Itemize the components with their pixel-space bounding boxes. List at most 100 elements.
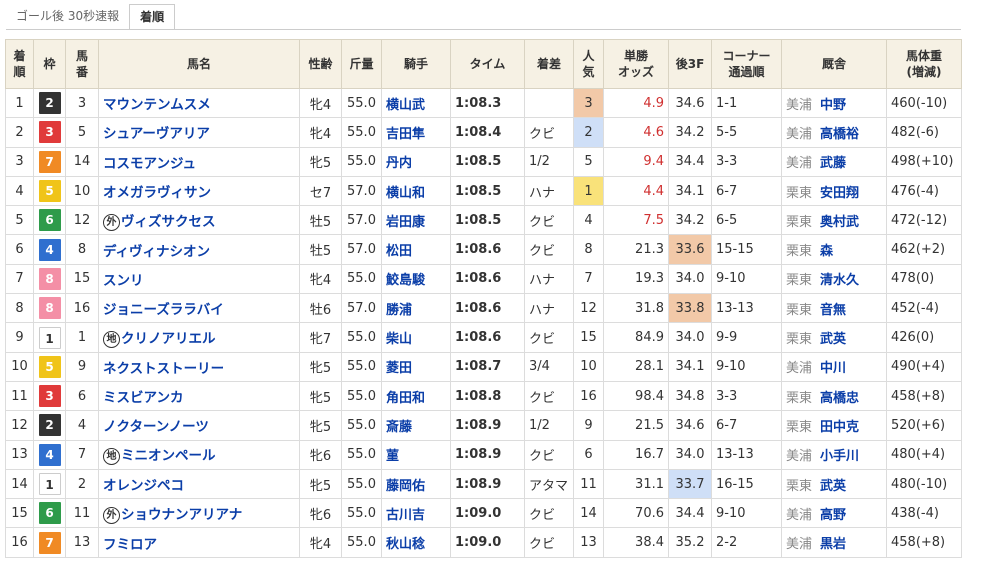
cell-trainer[interactable]: 栗東 武英 [781, 322, 887, 353]
horse-name-link[interactable]: ノクターンノーツ [103, 419, 209, 435]
cell-jockey[interactable]: 横山武 [381, 87, 451, 119]
cell-trainer[interactable]: 美浦 中野 [781, 87, 887, 119]
cell-horse-name[interactable]: オレンジペコ [98, 468, 300, 500]
trainer-link[interactable]: 高野 [820, 508, 846, 523]
cell-jockey[interactable]: 松田 [381, 234, 451, 265]
jockey-link[interactable]: 菱田 [386, 361, 412, 376]
header-odds[interactable]: 単勝 オッズ [603, 39, 669, 89]
cell-trainer[interactable]: 美浦 小手川 [781, 439, 887, 470]
horse-name-link[interactable]: ネクストストーリー [103, 361, 224, 377]
horse-name-link[interactable]: オレンジペコ [103, 478, 184, 494]
cell-jockey[interactable]: 柴山 [381, 322, 451, 353]
trainer-link[interactable]: 清水久 [820, 273, 859, 288]
horse-name-link[interactable]: ジョニーズララバイ [103, 302, 224, 318]
cell-horse-name[interactable]: シュアーヴアリア [98, 117, 300, 148]
cell-jockey[interactable]: 菫 [381, 439, 451, 470]
trainer-link[interactable]: 武英 [820, 479, 846, 494]
cell-trainer[interactable]: 栗東 武英 [781, 468, 887, 500]
trainer-link[interactable]: 武藤 [820, 156, 846, 171]
horse-name-link[interactable]: コスモアンジュ [103, 156, 196, 172]
trainer-link[interactable]: 田中克 [820, 420, 859, 435]
cell-jockey[interactable]: 古川吉 [381, 498, 451, 529]
header-umaban[interactable]: 馬 番 [65, 39, 99, 89]
header-jockey[interactable]: 騎手 [381, 39, 451, 89]
header-time[interactable]: タイム [450, 39, 525, 89]
cell-jockey[interactable]: 勝浦 [381, 293, 451, 324]
jockey-link[interactable]: 松田 [386, 244, 412, 259]
cell-trainer[interactable]: 栗東 奥村武 [781, 205, 887, 236]
header-last3f[interactable]: 後3F [668, 39, 712, 89]
trainer-link[interactable]: 武英 [820, 332, 846, 347]
trainer-link[interactable]: 中野 [820, 98, 846, 113]
cell-horse-name[interactable]: 地クリノアリエル [98, 322, 300, 353]
horse-name-link[interactable]: クリノアリエル [121, 331, 216, 347]
cell-trainer[interactable]: 栗東 音無 [781, 293, 887, 324]
horse-name-link[interactable]: ミニオンペール [121, 448, 216, 464]
tab-finish-order[interactable]: 着順 [129, 4, 176, 30]
jockey-link[interactable]: 横山武 [386, 98, 425, 113]
cell-jockey[interactable]: 横山和 [381, 175, 451, 207]
horse-name-link[interactable]: フミロア [103, 537, 157, 553]
cell-horse-name[interactable]: ジョニーズララバイ [98, 293, 300, 324]
jockey-link[interactable]: 角田和 [386, 391, 425, 406]
trainer-link[interactable]: 中川 [820, 361, 846, 376]
trainer-link[interactable]: 音無 [820, 303, 846, 318]
cell-trainer[interactable]: 美浦 武藤 [781, 146, 887, 177]
cell-horse-name[interactable]: マウンテンムスメ [98, 87, 300, 119]
cell-horse-name[interactable]: ミスビアンカ [98, 380, 300, 412]
cell-jockey[interactable]: 藤岡佑 [381, 468, 451, 500]
cell-jockey[interactable]: 岩田康 [381, 205, 451, 236]
cell-horse-name[interactable]: 外ショウナンアリアナ [98, 498, 300, 529]
cell-horse-name[interactable]: ディヴィナシオン [98, 234, 300, 265]
header-popularity[interactable]: 人 気 [573, 39, 604, 89]
header-corner[interactable]: コーナー 通過順 [711, 39, 782, 89]
cell-horse-name[interactable]: オメガラヴィサン [98, 175, 300, 207]
horse-name-link[interactable]: ミスビアンカ [103, 390, 183, 406]
horse-name-link[interactable]: シュアーヴアリア [103, 126, 210, 142]
cell-trainer[interactable]: 栗東 田中克 [781, 410, 887, 441]
cell-horse-name[interactable]: スンリ [98, 263, 300, 295]
horse-name-link[interactable]: ヴィズサクセス [121, 214, 216, 230]
cell-horse-name[interactable]: コスモアンジュ [98, 146, 300, 177]
cell-jockey[interactable]: 角田和 [381, 380, 451, 412]
cell-horse-name[interactable]: ノクターンノーツ [98, 410, 300, 441]
jockey-link[interactable]: 古川吉 [386, 508, 425, 523]
trainer-link[interactable]: 黒岩 [820, 537, 846, 552]
cell-trainer[interactable]: 美浦 中川 [781, 351, 887, 382]
trainer-link[interactable]: 小手川 [820, 449, 859, 464]
cell-jockey[interactable]: 吉田隼 [381, 117, 451, 148]
header-body-weight[interactable]: 馬体重 (増減) [886, 39, 962, 89]
cell-trainer[interactable]: 栗東 高橋忠 [781, 380, 887, 412]
trainer-link[interactable]: 安田翔 [820, 186, 859, 201]
header-waku[interactable]: 枠 [33, 39, 66, 89]
jockey-link[interactable]: 藤岡佑 [386, 479, 425, 494]
cell-jockey[interactable]: 斎藤 [381, 410, 451, 441]
trainer-link[interactable]: 高橋忠 [820, 391, 859, 406]
horse-name-link[interactable]: マウンテンムスメ [103, 97, 211, 113]
trainer-link[interactable]: 森 [820, 244, 833, 259]
cell-trainer[interactable]: 美浦 高野 [781, 498, 887, 529]
cell-jockey[interactable]: 鮫島駿 [381, 263, 451, 295]
header-sex-age[interactable]: 性齢 [299, 39, 342, 89]
cell-trainer[interactable]: 栗東 清水久 [781, 263, 887, 295]
jockey-link[interactable]: 丹内 [386, 156, 412, 171]
horse-name-link[interactable]: ディヴィナシオン [103, 244, 210, 260]
horse-name-link[interactable]: スンリ [103, 273, 144, 289]
header-trainer[interactable]: 厩舎 [781, 39, 887, 89]
cell-jockey[interactable]: 秋山稔 [381, 527, 451, 558]
cell-trainer[interactable]: 美浦 高橋裕 [781, 117, 887, 148]
header-horse-name[interactable]: 馬名 [98, 39, 300, 89]
cell-trainer[interactable]: 栗東森 [781, 234, 887, 265]
header-weight[interactable]: 斤量 [341, 39, 382, 89]
jockey-link[interactable]: 岩田康 [386, 215, 425, 230]
cell-trainer[interactable]: 美浦 黒岩 [781, 527, 887, 558]
horse-name-link[interactable]: ショウナンアリアナ [121, 507, 242, 523]
cell-horse-name[interactable]: フミロア [98, 527, 300, 558]
trainer-link[interactable]: 奥村武 [820, 215, 859, 230]
cell-horse-name[interactable]: 地ミニオンペール [98, 439, 300, 470]
tab-goal-flash[interactable]: ゴール後 30秒速報 [6, 4, 129, 30]
header-rank[interactable]: 着 順 [5, 39, 34, 89]
horse-name-link[interactable]: オメガラヴィサン [103, 185, 211, 201]
jockey-link[interactable]: 柴山 [386, 332, 412, 347]
jockey-link[interactable]: 勝浦 [386, 303, 412, 318]
